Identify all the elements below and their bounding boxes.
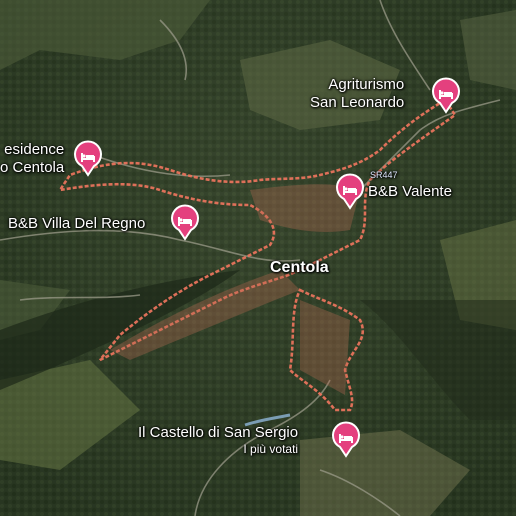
hotel-pin-castello[interactable] (331, 421, 361, 458)
map-view[interactable]: Centola SR447 Agriturismo San Leonardo e… (0, 0, 516, 516)
hotel-icon (332, 421, 360, 458)
town-label[interactable]: Centola (270, 259, 329, 277)
hotel-icon (336, 173, 364, 210)
place-name-line2: o Centola (0, 159, 65, 176)
place-name-line1: Il Castello di San Sergio (138, 424, 299, 441)
hotel-icon (432, 77, 460, 114)
place-rating-sublabel: I più votati (243, 442, 299, 456)
place-name-line2: San Leonardo (310, 94, 405, 111)
place-label-castello[interactable]: Il Castello di San Sergio I più votati (138, 424, 298, 456)
hotel-pin-villa-del-regno[interactable] (170, 204, 200, 241)
place-name-line1: esidence (4, 141, 65, 158)
place-label-valente[interactable]: B&B Valente (368, 183, 452, 201)
hotel-pin-valente[interactable] (335, 173, 365, 210)
hotel-pin-agriturismo[interactable] (431, 77, 461, 114)
road-label: SR447 (370, 170, 398, 180)
place-label-agriturismo[interactable]: Agriturismo San Leonardo (310, 76, 404, 112)
hotel-icon (171, 204, 199, 241)
place-name-line1: Agriturismo (328, 76, 405, 93)
place-label-villa-del-regno[interactable]: B&B Villa Del Regno (8, 215, 145, 233)
hotel-pin-residence[interactable] (73, 140, 103, 177)
hotel-icon (74, 140, 102, 177)
place-label-residence[interactable]: esidence o Centola (0, 141, 64, 177)
